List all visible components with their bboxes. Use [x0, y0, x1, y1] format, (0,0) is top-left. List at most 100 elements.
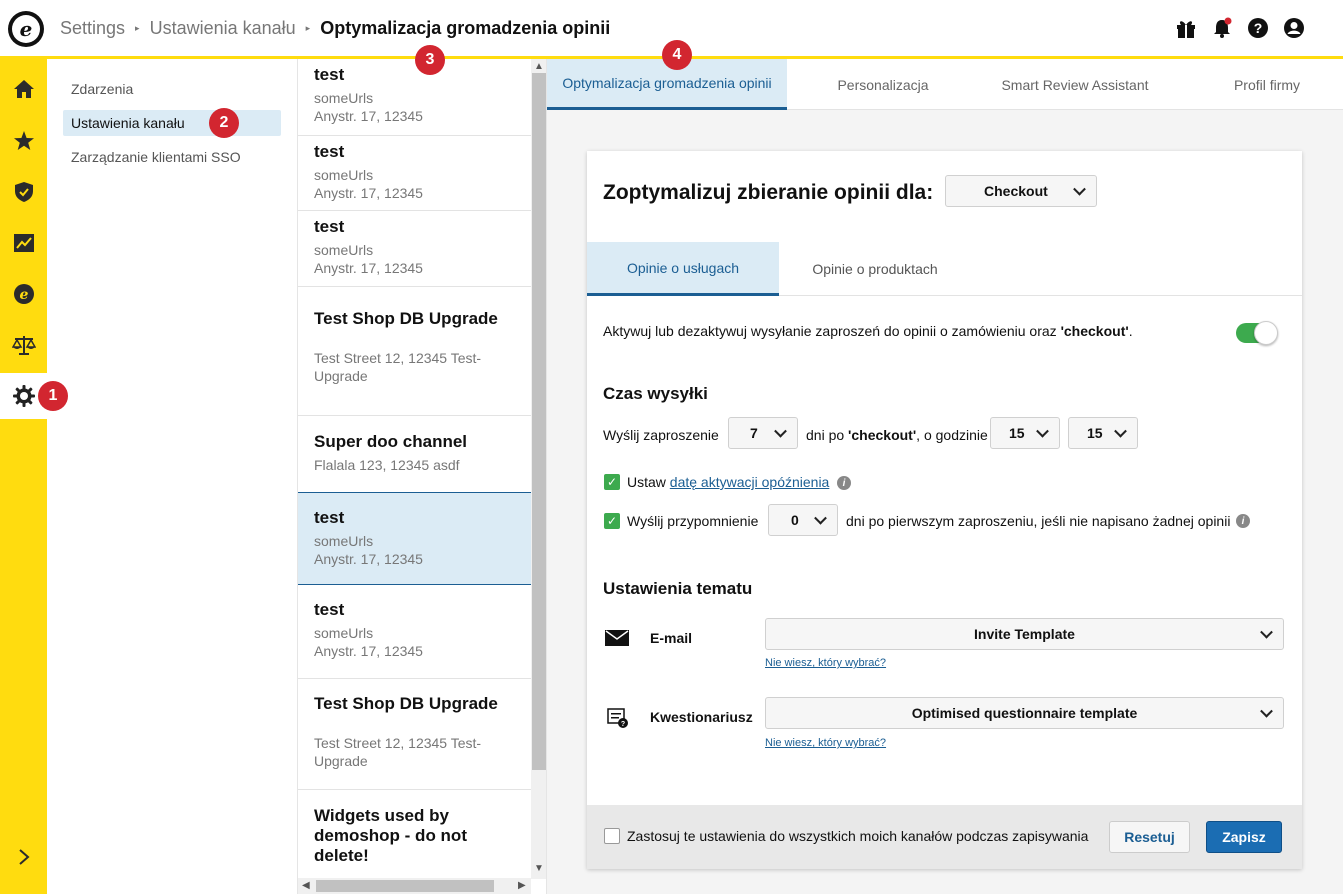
- channel-address: Flalala 123, 12345 asdf: [314, 457, 460, 473]
- channel-item[interactable]: test someUrls Anystr. 17, 12345: [298, 59, 531, 136]
- activation-text-main: Aktywuj lub dezaktywuj wysyłanie zaprosz…: [603, 323, 1061, 339]
- annotation-badge: 1: [38, 381, 68, 411]
- channel-url: someUrls: [314, 90, 374, 106]
- gift-icon[interactable]: [1175, 17, 1197, 39]
- trusted-shops-logo[interactable]: e: [8, 11, 44, 47]
- days-after-label: dni po: [806, 427, 849, 443]
- envelope-icon: [605, 630, 629, 651]
- questionnaire-help-link[interactable]: Nie wiesz, który wybrać?: [765, 737, 886, 749]
- event-select[interactable]: Checkout: [945, 175, 1097, 207]
- save-button[interactable]: Zapisz: [1206, 821, 1282, 853]
- scroll-down-icon[interactable]: ▼: [534, 863, 544, 874]
- tab-service-reviews[interactable]: Opinie o usługach: [587, 242, 779, 296]
- apply-all-label: Zastosuj te ustawienia do wszystkich moi…: [627, 828, 1089, 844]
- days-select[interactable]: 7: [728, 417, 798, 449]
- email-help-link[interactable]: Nie wiesz, który wybrać?: [765, 657, 886, 669]
- vertical-scrollbar[interactable]: ▲ ▼: [531, 59, 546, 879]
- breadcrumb-separator: ▸: [135, 23, 140, 33]
- channel-address: Anystr. 17, 12345: [314, 108, 423, 124]
- settings-card: Zoptymalizuj zbieranie opinii dla: Check…: [587, 151, 1302, 869]
- apply-all-checkbox[interactable]: [604, 828, 620, 844]
- channel-address: Test Street 12, 12345 Test-: [314, 735, 482, 751]
- chevron-right-icon[interactable]: [0, 834, 47, 880]
- chevron-down-icon: [774, 424, 787, 438]
- bell-icon[interactable]: [1211, 17, 1233, 39]
- scrollbar-thumb[interactable]: [316, 880, 494, 892]
- breadcrumb-settings[interactable]: Settings: [60, 18, 125, 39]
- email-template-select[interactable]: Invite Template: [765, 618, 1284, 650]
- reset-button[interactable]: Resetuj: [1109, 821, 1190, 853]
- hour-select[interactable]: 15: [990, 417, 1060, 449]
- help-icon[interactable]: ?: [1247, 17, 1269, 39]
- delay-activation-link[interactable]: datę aktywacji opóźnienia: [670, 474, 830, 490]
- email-label: E-mail: [650, 630, 693, 646]
- star-icon[interactable]: [0, 118, 47, 164]
- nav-item-channel-settings[interactable]: Ustawienia kanału: [63, 110, 281, 136]
- horizontal-scrollbar[interactable]: ◀ ▶: [298, 878, 531, 894]
- channel-item[interactable]: Test Shop DB Upgrade Test Street 12, 123…: [298, 679, 531, 790]
- home-icon[interactable]: [0, 66, 47, 112]
- questionnaire-label: Kwestionariusz: [650, 709, 753, 725]
- minute-select-value: 15: [1087, 425, 1103, 441]
- activation-toggle[interactable]: [1236, 321, 1278, 345]
- channel-name: Test Shop DB Upgrade: [314, 309, 498, 328]
- annotation-badge: 2: [209, 108, 239, 138]
- trustmark-icon[interactable]: e: [0, 271, 47, 317]
- shield-icon[interactable]: [0, 169, 47, 215]
- minute-select[interactable]: 15: [1068, 417, 1138, 449]
- reminder-checkbox[interactable]: ✓: [604, 513, 620, 529]
- tab-smart-review-assistant[interactable]: Smart Review Assistant: [977, 59, 1173, 110]
- breadcrumb-channel-settings[interactable]: Ustawienia kanału: [150, 18, 296, 39]
- reminder-days-value: 0: [791, 512, 799, 528]
- channel-item[interactable]: test someUrls Anystr. 17, 12345: [298, 585, 531, 679]
- channel-name: Super doo channel: [314, 432, 468, 451]
- theme-settings-heading: Ustawienia tematu: [603, 579, 753, 598]
- channel-item[interactable]: test someUrls Anystr. 17, 12345: [298, 136, 531, 211]
- channel-url: someUrls: [314, 625, 374, 641]
- svg-text:?: ?: [621, 721, 625, 728]
- tab-personalization[interactable]: Personalizacja: [797, 59, 969, 110]
- channel-name: Test Shop DB Upgrade: [314, 694, 498, 713]
- scroll-up-icon[interactable]: ▲: [534, 61, 544, 72]
- user-icon[interactable]: [1283, 17, 1305, 39]
- channel-item[interactable]: test someUrls Anystr. 17, 12345: [298, 211, 531, 287]
- chevron-down-icon: [1114, 424, 1127, 438]
- scroll-left-icon[interactable]: ◀: [302, 880, 310, 891]
- reminder-days-select[interactable]: 0: [768, 504, 838, 536]
- info-icon[interactable]: i: [1236, 514, 1250, 528]
- svg-text:?: ?: [1254, 20, 1263, 36]
- scrollbar-thumb[interactable]: [532, 73, 546, 770]
- channel-item-selected[interactable]: test someUrls Anystr. 17, 12345: [298, 492, 531, 585]
- tab-product-reviews[interactable]: Opinie o produktach: [779, 242, 971, 296]
- breadcrumb: Settings ▸ Ustawienia kanału ▸ Optymaliz…: [60, 18, 610, 39]
- channel-name-line-3: delete!: [314, 846, 369, 865]
- event-select-value: Checkout: [984, 183, 1048, 199]
- delay-text: Ustaw datę aktywacji opóźnienia: [627, 474, 829, 490]
- channel-item[interactable]: Test Shop DB Upgrade Test Street 12, 123…: [298, 287, 531, 416]
- days-select-value: 7: [750, 425, 758, 441]
- channel-address: Anystr. 17, 12345: [314, 260, 423, 276]
- scroll-right-icon[interactable]: ▶: [518, 880, 526, 891]
- channel-url: someUrls: [314, 242, 374, 258]
- chevron-down-icon: [1036, 424, 1049, 438]
- delay-checkbox[interactable]: ✓: [604, 474, 620, 490]
- nav-item-sso-clients[interactable]: Zarządzanie klientami SSO: [63, 144, 281, 170]
- channel-address-cont: Upgrade: [314, 753, 368, 769]
- delay-label: Ustaw: [627, 474, 670, 490]
- breadcrumb-separator: ▸: [305, 23, 311, 33]
- channel-address: Anystr. 17, 12345: [314, 551, 423, 567]
- reminder-label: Wyślij przypomnienie: [627, 513, 759, 529]
- channel-address: Anystr. 17, 12345: [314, 643, 423, 659]
- tab-company-profile[interactable]: Profil firmy: [1207, 59, 1327, 110]
- channel-item[interactable]: Super doo channel Flalala 123, 12345 asd…: [298, 416, 531, 493]
- info-icon[interactable]: i: [837, 476, 851, 490]
- chart-icon[interactable]: [0, 220, 47, 266]
- channel-name-line-1: Widgets used by: [314, 806, 449, 825]
- activation-text-end: .: [1128, 323, 1133, 339]
- send-time-heading: Czas wysyłki: [603, 384, 708, 403]
- questionnaire-template-select[interactable]: Optimised questionnaire template: [765, 697, 1284, 729]
- nav-item-events[interactable]: Zdarzenia: [63, 76, 281, 102]
- activation-text: Aktywuj lub dezaktywuj wysyłanie zaprosz…: [603, 323, 1133, 339]
- channel-name: test: [314, 142, 345, 161]
- scales-icon[interactable]: [0, 322, 47, 368]
